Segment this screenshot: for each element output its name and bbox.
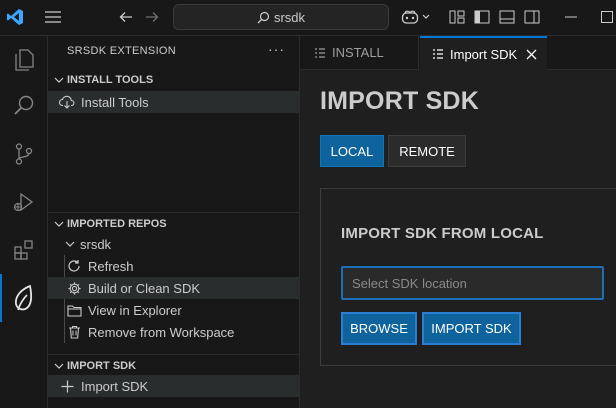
title-bar: srsdk — [0, 0, 616, 36]
local-mode-button[interactable]: LOCAL — [320, 135, 384, 167]
section-header-import-sdk[interactable]: IMPORT SDK — [48, 354, 299, 377]
copilot-icon[interactable] — [399, 6, 433, 28]
source-control-icon[interactable] — [0, 130, 47, 178]
chevron-down-icon — [62, 236, 78, 252]
refresh-icon — [66, 258, 82, 274]
command-center-search[interactable]: srsdk — [173, 4, 389, 30]
preview-icon — [432, 48, 444, 60]
sidebar-title: SRSDK EXTENSION — [67, 45, 177, 57]
section-header-imported-repos[interactable]: IMPORTED REPOS — [48, 212, 299, 235]
tab-label: Import SDK — [450, 46, 518, 62]
section-header-install-tools[interactable]: INSTALL TOOLS — [48, 69, 299, 91]
menu-icon[interactable] — [42, 6, 64, 28]
tree-item-remove-workspace[interactable]: Remove from Workspace — [48, 321, 299, 343]
more-actions-icon[interactable]: ··· — [268, 41, 285, 57]
tree-item-label: Refresh — [88, 258, 134, 274]
explorer-icon[interactable] — [0, 36, 47, 84]
sidebar: SRSDK EXTENSION ··· INSTALL TOOLS Instal… — [48, 36, 300, 408]
repo-label: srsdk — [80, 236, 112, 252]
editor-content: IMPORT SDK LOCAL REMOTE IMPORT SDK FROM … — [300, 70, 616, 408]
cloud-download-icon — [59, 94, 75, 110]
tree-item-install-tools[interactable]: Install Tools — [48, 91, 299, 113]
tree-item-label: Remove from Workspace — [88, 324, 235, 340]
tab-install[interactable]: INSTALL — [300, 36, 419, 69]
tree-item-import-sdk[interactable]: Import SDK — [48, 375, 299, 397]
back-arrow-icon[interactable] — [115, 6, 137, 28]
section-label: IMPORT SDK — [67, 360, 137, 372]
run-debug-icon[interactable] — [0, 178, 47, 226]
plus-icon — [59, 378, 75, 394]
activity-bar — [0, 36, 48, 408]
tree-item-refresh[interactable]: Refresh — [48, 255, 299, 277]
panel-title: IMPORT SDK FROM LOCAL — [341, 225, 544, 242]
section-label: IMPORTED REPOS — [67, 218, 167, 230]
remote-mode-button[interactable]: REMOTE — [388, 135, 466, 167]
srsdk-extension-icon[interactable] — [0, 274, 47, 322]
chevron-down-icon — [51, 77, 67, 83]
tree-item-repo[interactable]: srsdk — [48, 233, 299, 255]
search-view-icon[interactable] — [0, 82, 47, 130]
import-local-panel: IMPORT SDK FROM LOCAL BROWSE IMPORT SDK — [320, 188, 616, 366]
tree-item-label: Build or Clean SDK — [88, 280, 200, 296]
tree-item-label: Import SDK — [81, 378, 149, 394]
preview-icon — [314, 47, 326, 59]
extensions-icon[interactable] — [0, 226, 47, 274]
close-icon[interactable] — [526, 49, 537, 60]
minimize-icon[interactable] — [560, 6, 582, 28]
search-icon — [257, 11, 270, 24]
chevron-down-icon — [51, 221, 67, 227]
toggle-secondary-sidebar-icon[interactable] — [521, 6, 543, 28]
folder-icon — [66, 302, 82, 318]
customize-layout-icon[interactable] — [446, 6, 468, 28]
toggle-panel-icon[interactable] — [496, 6, 518, 28]
sdk-location-input[interactable] — [341, 266, 604, 300]
tree-item-label: Install Tools — [81, 94, 149, 110]
tree-item-label: View in Explorer — [88, 302, 182, 318]
forward-arrow-icon[interactable] — [141, 6, 163, 28]
chevron-down-icon — [51, 363, 67, 369]
tab-label: INSTALL — [332, 45, 384, 60]
tree-item-view-explorer[interactable]: View in Explorer — [48, 299, 299, 321]
tab-import-sdk[interactable]: Import SDK — [420, 36, 547, 70]
page-title: IMPORT SDK — [320, 87, 479, 115]
vscode-logo-icon — [4, 6, 26, 28]
maximize-icon[interactable] — [596, 6, 616, 28]
gear-icon — [66, 280, 82, 296]
search-text: srsdk — [273, 9, 306, 25]
import-sdk-button[interactable]: IMPORT SDK — [422, 312, 521, 345]
browse-button[interactable]: BROWSE — [341, 312, 417, 345]
tree-item-build-clean[interactable]: Build or Clean SDK — [48, 277, 299, 299]
toggle-primary-sidebar-icon[interactable] — [471, 6, 493, 28]
section-label: INSTALL TOOLS — [67, 74, 154, 86]
trash-icon — [66, 324, 82, 340]
editor-tab-bar: INSTALL Import SDK — [300, 36, 616, 70]
